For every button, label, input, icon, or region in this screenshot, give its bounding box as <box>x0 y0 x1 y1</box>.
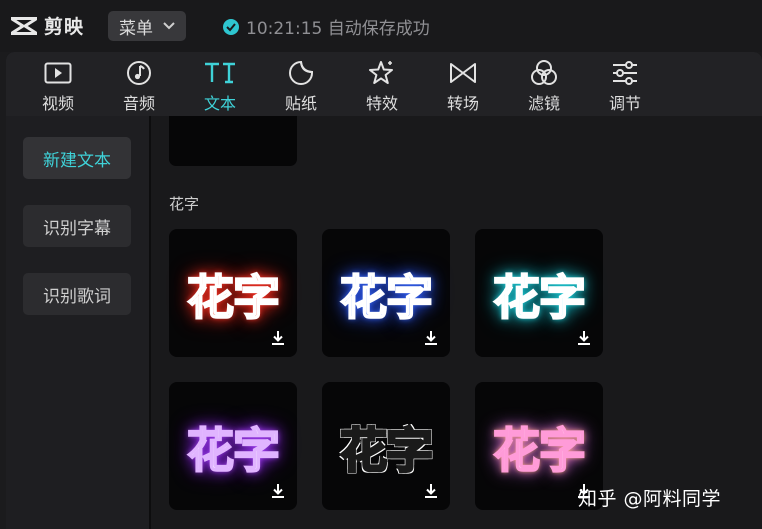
preset-card-partial[interactable] <box>169 116 297 166</box>
video-icon <box>44 62 72 84</box>
menu-button[interactable]: 菜单 <box>108 11 186 41</box>
tab-label: 贴纸 <box>284 94 317 113</box>
tab-label: 转场 <box>446 94 479 113</box>
category-tabbar: 视频 音频 文本 贴纸 特效 转场 滤镜 调节 <box>6 52 762 116</box>
tab-transition[interactable]: 转场 <box>428 52 498 116</box>
watermark: 知乎 @阿料同学 <box>578 488 722 510</box>
sidebar-item-recognize-subtitles[interactable]: 识别字幕 <box>23 205 131 247</box>
fancy-text-card[interactable]: 花字 <box>322 229 450 357</box>
media-panel: 视频 音频 文本 贴纸 特效 转场 滤镜 调节 新建文本 识别字幕 识别歌词 花… <box>6 52 762 529</box>
section-title: 花字 <box>169 195 200 213</box>
tab-effects[interactable]: 特效 <box>347 52 417 116</box>
tab-label: 特效 <box>365 94 398 113</box>
tab-adjust[interactable]: 调节 <box>590 52 660 116</box>
music-note-icon <box>127 61 151 85</box>
chevron-down-icon <box>163 22 175 30</box>
text-content-area: 花字 花字 花字 花字 花字 花字 花字 <box>151 116 762 529</box>
sparkle-star-icon <box>369 61 393 84</box>
app-logo: 剪映 <box>10 12 84 39</box>
fancy-text-card[interactable]: 花字 <box>169 229 297 357</box>
check-circle-icon <box>223 18 239 35</box>
download-icon[interactable] <box>575 329 593 347</box>
title-bar: 剪映 菜单 10:21:15 自动保存成功 <box>0 0 762 52</box>
tab-label: 调节 <box>608 94 641 113</box>
download-icon[interactable] <box>269 482 287 500</box>
tab-filter[interactable]: 滤镜 <box>509 52 579 116</box>
sidebar-item-new-text[interactable]: 新建文本 <box>23 137 131 179</box>
menu-label: 菜单 <box>119 18 153 39</box>
download-icon[interactable] <box>422 329 440 347</box>
capcut-logo-icon <box>11 16 37 35</box>
tab-label: 音频 <box>122 94 155 113</box>
tab-text[interactable]: 文本 <box>185 52 255 116</box>
tab-sticker[interactable]: 贴纸 <box>266 52 336 116</box>
download-icon[interactable] <box>422 482 440 500</box>
bowtie-transition-icon <box>450 63 476 83</box>
text-sidebar: 新建文本 识别字幕 识别歌词 <box>6 116 149 529</box>
tab-label: 文本 <box>203 94 236 113</box>
sticker-icon <box>289 60 313 85</box>
tab-video[interactable]: 视频 <box>23 52 93 116</box>
download-icon[interactable] <box>269 329 287 347</box>
autosave-status: 10:21:15 自动保存成功 <box>222 14 430 39</box>
app-name: 剪映 <box>44 16 85 38</box>
fancy-text-card[interactable]: 花字 <box>475 229 603 357</box>
filter-circles-icon <box>531 60 557 85</box>
autosave-text: 10:21:15 自动保存成功 <box>246 19 430 39</box>
sidebar-item-recognize-lyrics[interactable]: 识别歌词 <box>23 273 131 315</box>
text-tt-icon <box>205 62 235 84</box>
tab-audio[interactable]: 音频 <box>104 52 174 116</box>
fancy-text-card[interactable]: 花字 <box>169 382 297 510</box>
tab-label: 滤镜 <box>527 94 560 113</box>
tab-label: 视频 <box>41 94 74 113</box>
fancy-text-card[interactable]: 花字 <box>322 382 450 510</box>
sliders-icon <box>613 61 637 85</box>
